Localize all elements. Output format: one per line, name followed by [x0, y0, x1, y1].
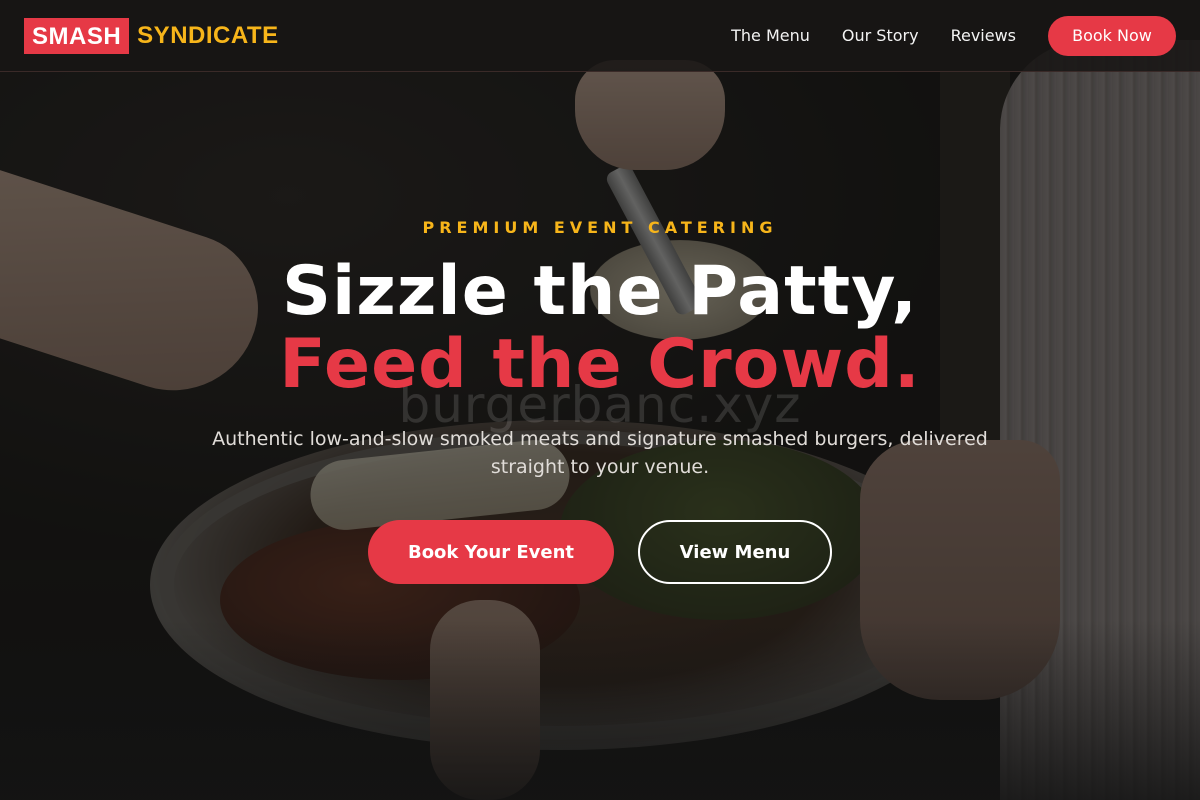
book-your-event-button[interactable]: Book Your Event	[368, 520, 614, 584]
nav-links: The Menu Our Story Reviews Book Now	[699, 15, 1176, 56]
logo-text: SYNDICATE	[137, 21, 279, 49]
hero-eyebrow: PREMIUM EVENT CATERING	[422, 218, 778, 237]
nav-link-our-story[interactable]: Our Story	[842, 26, 919, 45]
book-now-button[interactable]: Book Now	[1048, 15, 1176, 56]
hero-cta-row: Book Your Event View Menu	[0, 520, 1200, 584]
hero-subtitle: Authentic low-and-slow smoked meats and …	[212, 428, 988, 478]
logo-box: SMASH	[24, 17, 130, 54]
hero-headline-line1: Sizzle the Patty,	[281, 252, 919, 331]
nav-link-menu[interactable]: The Menu	[731, 26, 810, 45]
logo[interactable]: SMASH SYNDICATE	[24, 17, 279, 54]
nav-link-reviews[interactable]: Reviews	[951, 26, 1016, 45]
hero-headline-line2: Feed the Crowd.	[279, 325, 921, 404]
bottom-fade	[0, 620, 1200, 800]
navbar: SMASH SYNDICATE The Menu Our Story Revie…	[0, 0, 1200, 72]
view-menu-button[interactable]: View Menu	[638, 520, 832, 584]
